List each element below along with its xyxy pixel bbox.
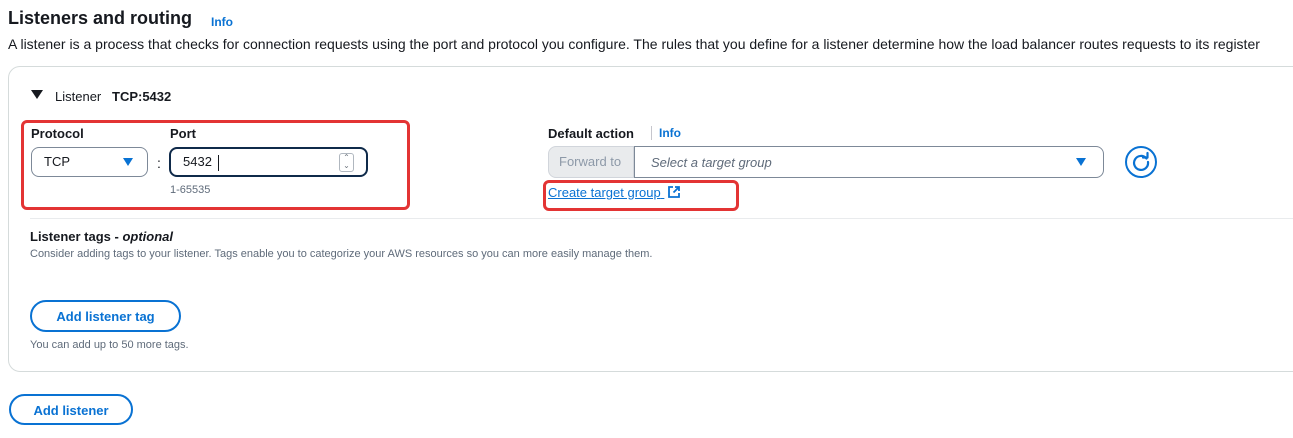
- create-target-group-highlight-box: [543, 180, 739, 211]
- forward-to-label: Forward to: [548, 146, 634, 178]
- listener-tags-description: Consider adding tags to your listener. T…: [30, 248, 653, 260]
- section-description: A listener is a process that checks for …: [8, 36, 1260, 52]
- listener-card: [8, 66, 1293, 372]
- listener-caret-down-icon[interactable]: [31, 90, 43, 99]
- add-listener-tag-button[interactable]: Add listener tag: [30, 300, 181, 332]
- section-divider: [30, 218, 1293, 219]
- default-action-info-link[interactable]: Info: [659, 126, 681, 140]
- default-action-separator: [651, 126, 652, 140]
- tags-limit-note: You can add up to 50 more tags.: [30, 339, 189, 351]
- default-action-label: Default action: [548, 126, 634, 141]
- target-group-placeholder: Select a target group: [651, 155, 772, 170]
- dropdown-icon: [1076, 158, 1086, 166]
- listener-tags-title-main: Listener tags -: [30, 229, 123, 244]
- listener-value: TCP:5432: [112, 89, 172, 104]
- protocol-port-highlight-box: [21, 120, 410, 210]
- listener-tags-title: Listener tags - optional: [30, 229, 173, 244]
- add-listener-button[interactable]: Add listener: [9, 394, 133, 425]
- refresh-icon[interactable]: [1125, 146, 1157, 178]
- listener-label: Listener: [55, 89, 102, 104]
- listener-tags-optional: optional: [122, 229, 174, 244]
- section-title: Listeners and routing: [8, 8, 193, 28]
- section-info-link[interactable]: Info: [211, 15, 233, 29]
- target-group-select[interactable]: Select a target group: [634, 146, 1104, 178]
